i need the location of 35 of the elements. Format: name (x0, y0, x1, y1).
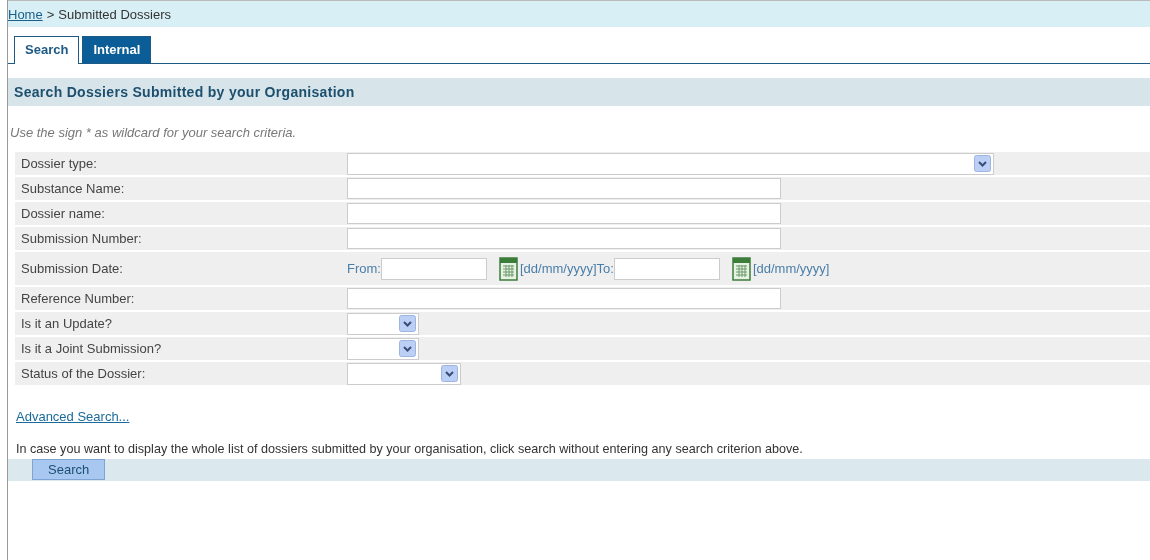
search-button[interactable]: Search (32, 459, 106, 480)
home-link[interactable]: Home (8, 7, 43, 27)
text-field[interactable] (347, 288, 781, 309)
calendar-icon[interactable] (498, 256, 519, 281)
tab[interactable]: Internal (82, 36, 152, 63)
from-label: From: (347, 261, 381, 276)
breadcrumb-separator: > (46, 7, 55, 24)
date-format-hint: [dd/mm/yyyy] (519, 261, 597, 276)
dropdown-field[interactable] (347, 312, 419, 335)
field-label: Submission Date: (20, 261, 124, 276)
text-field[interactable] (347, 228, 781, 249)
dropdown-field[interactable] (347, 152, 994, 175)
calendar-icon[interactable] (731, 256, 752, 281)
field-label: Dossier name: (20, 206, 106, 221)
field-label: Is it a Joint Submission? (20, 341, 163, 356)
tab[interactable]: Search (14, 36, 80, 64)
breadcrumb-current: Submitted Dossiers (58, 7, 171, 24)
field-label: Dossier type: (20, 156, 98, 171)
field-label: Is it an Update? (20, 316, 114, 331)
info-text: In case you want to display the whole list of dossiers submitted by your organisation, click search without entering any search criterion above. (15, 441, 804, 456)
text-field[interactable] (347, 178, 781, 199)
text-field[interactable] (347, 203, 781, 224)
advanced-search-link[interactable]: Advanced Search... (16, 409, 130, 424)
field-label: Reference Number: (20, 291, 136, 306)
date-field[interactable] (380, 257, 487, 280)
dropdown-field[interactable] (347, 337, 419, 360)
hint-text: Use the sign * as wildcard for your search criteria. (9, 124, 298, 142)
date-format-hint: [dd/mm/yyyy] (752, 261, 830, 276)
field-label: Substance Name: (20, 181, 126, 196)
field-label: Submission Number: (20, 231, 143, 246)
to-label: To: (596, 261, 614, 276)
date-field[interactable] (613, 257, 720, 280)
section-title: Search Dossiers Submitted by your Organisation (8, 78, 1150, 106)
field-label: Status of the Dossier: (20, 366, 147, 381)
dropdown-field[interactable] (347, 362, 461, 385)
